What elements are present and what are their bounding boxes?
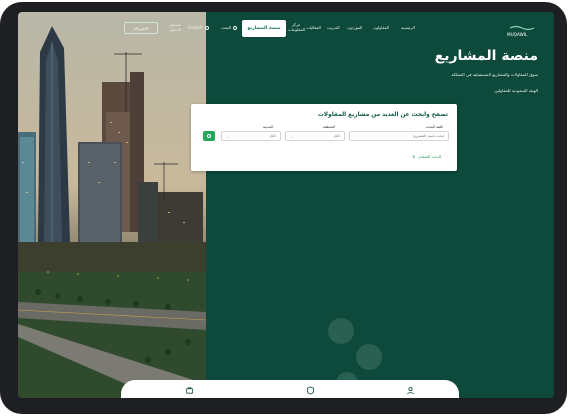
app-screen: MUQAWIL الرئيسية المقاولون الموردون التد… [18, 12, 554, 398]
shield-icon[interactable] [306, 386, 315, 395]
nav-contact[interactable]: تسجيل الدخول [168, 22, 182, 32]
globe-icon [204, 26, 209, 30]
tablet-device: MUQAWIL الرئيسية المقاولون الموردون التد… [0, 0, 568, 417]
search-icon [207, 134, 211, 138]
content-panel [206, 12, 554, 398]
chevron-down-icon: ⌄ [290, 133, 294, 139]
nav-item-suppliers[interactable]: الموردون [347, 25, 362, 30]
decor-circle [356, 344, 382, 370]
nav-language[interactable]: English [188, 25, 209, 30]
nav-item-training[interactable]: التدريب [327, 25, 340, 30]
top-navigation: MUQAWIL الرئيسية المقاولون الموردون التد… [18, 12, 554, 48]
decor-circle [328, 318, 354, 344]
region-value: الكل [333, 134, 340, 138]
page-title: منصة المشاريع [434, 48, 538, 64]
chevron-down-icon: ⌄ [226, 133, 230, 139]
keyword-label: كلمة البحث [425, 125, 443, 129]
region-label: المنطقة [323, 125, 335, 129]
briefcase-icon[interactable] [185, 386, 194, 395]
search-card: تصفح وابحث عن العديد من مشاريع المقاولات… [191, 104, 457, 171]
nav-search[interactable]: البحث [221, 25, 238, 30]
user-icon[interactable] [406, 386, 415, 395]
nav-item-home[interactable]: الرئيسية [401, 25, 415, 30]
projects-platform-button[interactable]: منصة المشاريع [242, 20, 286, 37]
advanced-search-label: البحث المتقدم [418, 154, 441, 159]
language-label: English [188, 25, 203, 30]
nav-item-info-center[interactable]: مركز المعلومات [288, 22, 305, 32]
nav-item-events[interactable]: الفعاليات [306, 25, 321, 30]
keyword-input[interactable]: ابحث باسم المشروع [349, 131, 449, 141]
site-logo[interactable]: MUQAWIL [506, 22, 538, 37]
search-icon [233, 26, 238, 30]
authority-name: الهيئة السعودية للمقاولين [494, 88, 538, 93]
search-button[interactable] [203, 131, 215, 141]
city-value: الكل [269, 134, 276, 138]
nav-item-contractors[interactable]: المقاولون [373, 25, 389, 30]
city-label: المدينة [262, 125, 273, 129]
city-select[interactable]: الكل ⌄ [221, 131, 281, 141]
svg-text:MUQAWIL: MUQAWIL [507, 32, 528, 37]
bottom-toolbar [121, 380, 459, 398]
filter-icon: ⇅ [412, 154, 416, 159]
hero-city-image [18, 12, 206, 398]
region-select[interactable]: الكل ⌄ [285, 131, 345, 141]
search-label: البحث [221, 25, 232, 30]
keyword-placeholder: ابحث باسم المشروع [413, 134, 444, 138]
search-card-title: تصفح وابحث عن العديد من مشاريع المقاولات [317, 112, 448, 118]
page-subtitle: سوق للمقاولات والمشاريع المستقبلية في ال… [451, 72, 538, 77]
login-button[interactable]: الاشتراك [124, 22, 158, 34]
advanced-search-link[interactable]: البحث المتقدم ⇅ [412, 154, 441, 159]
